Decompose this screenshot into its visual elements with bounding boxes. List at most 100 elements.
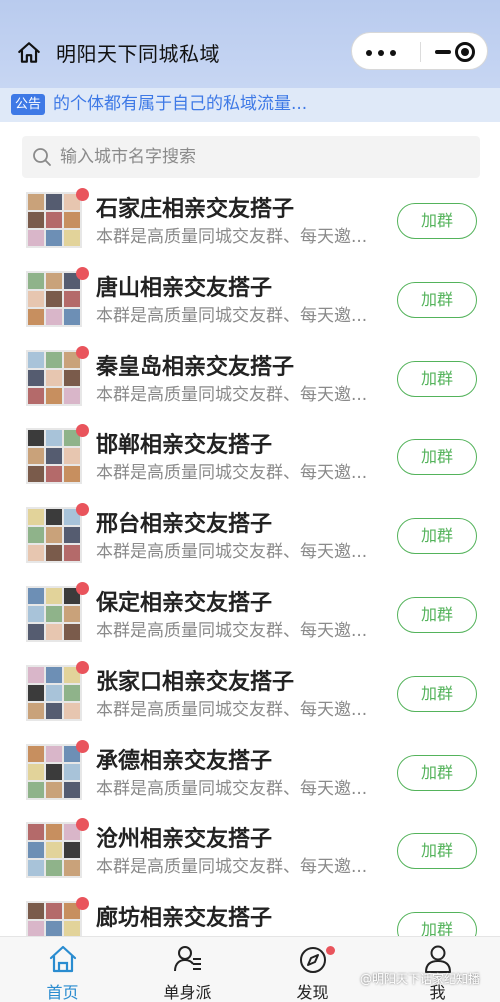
unread-dot: [76, 581, 89, 595]
member-avatar-thumb: [46, 860, 62, 877]
join-group-button[interactable]: 加群: [397, 281, 477, 318]
group-list-item[interactable]: 邢台相亲交友搭子 本群是高质量同城交友群、每天邀... 加群: [0, 501, 500, 580]
group-list-item[interactable]: 张家口相亲交友搭子 本群是高质量同城交友群、每天邀... 加群: [0, 659, 500, 738]
page-title: 明阳天下同城私域: [56, 42, 220, 66]
join-group-button[interactable]: 加群: [397, 360, 477, 397]
search-bar[interactable]: [22, 136, 480, 178]
group-description: 本群是高质量同城交友群、每天邀...: [96, 384, 368, 405]
join-group-button[interactable]: 加群: [397, 833, 477, 870]
tab-bar: 首页 单身派 发现 我: [0, 936, 500, 1002]
member-avatar-thumb: [46, 430, 62, 447]
member-avatar-thumb: [28, 351, 44, 368]
member-avatar-thumb: [64, 466, 80, 483]
group-list-item[interactable]: 唐山相亲交友搭子 本群是高质量同城交友群、每天邀... 加群: [0, 265, 500, 344]
member-avatar-thumb: [28, 745, 44, 762]
notice-bar[interactable]: 公告 的个体都有属于自己的私域流量...: [0, 88, 500, 122]
member-avatar-thumb: [46, 527, 62, 544]
member-avatar-thumb: [64, 921, 80, 938]
group-avatar-grid: [26, 349, 82, 406]
tab-label: 首页: [46, 983, 79, 1002]
member-avatar-thumb: [46, 212, 62, 228]
group-name: 承德相亲交友搭子: [96, 748, 273, 774]
member-avatar-thumb: [28, 921, 44, 938]
group-list-item[interactable]: 保定相亲交友搭子本群是高质量同城交友群、每天邀... 加群: [0, 580, 500, 659]
notice-badge: 公告: [11, 94, 46, 115]
group-list: 石家庄相亲交友搭子 本群是高质量同城交友群、每天邀... 加群 唐山相亲交友搭子 本群是…: [0, 186, 500, 974]
member-avatar-thumb: [46, 194, 62, 210]
tab-singles[interactable]: 单身派: [125, 937, 250, 1002]
discover-badge-dot: [326, 946, 335, 955]
group-avatar: [26, 581, 89, 642]
member-avatar-thumb: [64, 702, 80, 719]
member-avatar-thumb: [46, 272, 62, 289]
join-group-button[interactable]: 加群: [397, 203, 477, 239]
unread-dot: [76, 818, 89, 832]
home-icon[interactable]: [16, 40, 42, 66]
join-group-button[interactable]: 加群: [397, 439, 477, 476]
member-avatar-thumb: [64, 545, 80, 562]
unread-dot: [76, 188, 89, 201]
group-description: 本群是高质量同城交友群、每天邀...: [96, 542, 368, 563]
member-avatar-thumb: [28, 387, 44, 404]
group-name: 唐山相亲交友搭子: [96, 275, 273, 301]
member-avatar-thumb: [46, 605, 62, 622]
member-avatar-thumb: [28, 781, 44, 798]
unread-dot: [76, 424, 89, 438]
group-avatar: [26, 188, 89, 248]
group-name: 保定相亲交友搭子: [96, 590, 273, 616]
join-group-button[interactable]: 加群: [397, 675, 477, 712]
group-list-item[interactable]: 石家庄相亲交友搭子 本群是高质量同城交友群、每天邀... 加群: [0, 186, 500, 265]
group-name: 张家口相亲交友搭子: [96, 669, 295, 695]
group-avatar: [26, 424, 89, 485]
member-avatar-thumb: [28, 666, 44, 683]
member-avatar-thumb: [28, 308, 44, 325]
group-name: 邯郸相亲交友搭子: [96, 433, 273, 459]
group-avatar-grid: [26, 507, 82, 564]
group-list-item[interactable]: 秦皇岛相亲交友搭子本群是高质量同城交友群、每天邀... 加群: [0, 344, 500, 423]
member-avatar-thumb: [28, 702, 44, 719]
member-avatar-thumb: [28, 290, 44, 307]
join-group-button[interactable]: 加群: [397, 518, 477, 555]
group-list-item[interactable]: 邯郸相亲交友搭子本群是高质量同城交友群、每天邀... 加群: [0, 422, 500, 501]
close-target-icon[interactable]: [455, 42, 475, 62]
member-avatar-thumb: [46, 623, 62, 640]
member-avatar-thumb: [46, 745, 62, 762]
member-avatar-thumb: [64, 527, 80, 544]
join-group-button[interactable]: 加群: [397, 596, 477, 633]
unread-dot: [76, 739, 89, 753]
member-avatar-thumb: [28, 212, 44, 228]
search-input[interactable]: [60, 142, 460, 172]
member-avatar-thumb: [28, 587, 44, 604]
group-avatar: [26, 660, 89, 721]
group-avatar: [26, 818, 89, 879]
unread-dot: [76, 345, 89, 359]
member-avatar-thumb: [28, 684, 44, 701]
member-avatar-thumb: [46, 351, 62, 368]
member-avatar-thumb: [28, 430, 44, 447]
tab-home[interactable]: 首页: [0, 937, 125, 1002]
group-description: 本群是高质量同城交友群、每天邀...: [96, 463, 368, 484]
mini-program-capsule: [351, 32, 488, 70]
member-avatar-thumb: [46, 921, 62, 938]
more-icon[interactable]: [366, 50, 396, 56]
group-name: 秦皇岛相亲交友搭子: [96, 354, 295, 380]
group-avatar: [26, 503, 89, 564]
group-list-item[interactable]: 沧州相亲交友搭子 本群是高质量同城交友群、每天邀... 加群: [0, 816, 500, 895]
group-description: 本群是高质量同城交友群、每天邀...: [96, 620, 368, 641]
member-avatar-thumb: [64, 684, 80, 701]
minimize-icon[interactable]: [435, 50, 451, 54]
unread-dot: [76, 660, 89, 674]
member-avatar-thumb: [28, 763, 44, 780]
member-avatar-thumb: [28, 824, 44, 841]
group-avatar-grid: [26, 192, 82, 248]
member-avatar-thumb: [46, 763, 62, 780]
member-avatar-thumb: [64, 623, 80, 640]
group-avatar-grid: [26, 664, 82, 721]
group-list-item[interactable]: 承德相亲交友搭子 本群是高质量同城交友群、每天邀... 加群: [0, 738, 500, 817]
member-avatar-thumb: [64, 308, 80, 325]
join-group-button[interactable]: 加群: [397, 754, 477, 791]
compass-icon: [300, 947, 326, 973]
group-name: 廊坊相亲交友搭子: [96, 906, 273, 932]
member-avatar-thumb: [46, 842, 62, 859]
tab-discover[interactable]: 发现: [250, 937, 375, 1002]
